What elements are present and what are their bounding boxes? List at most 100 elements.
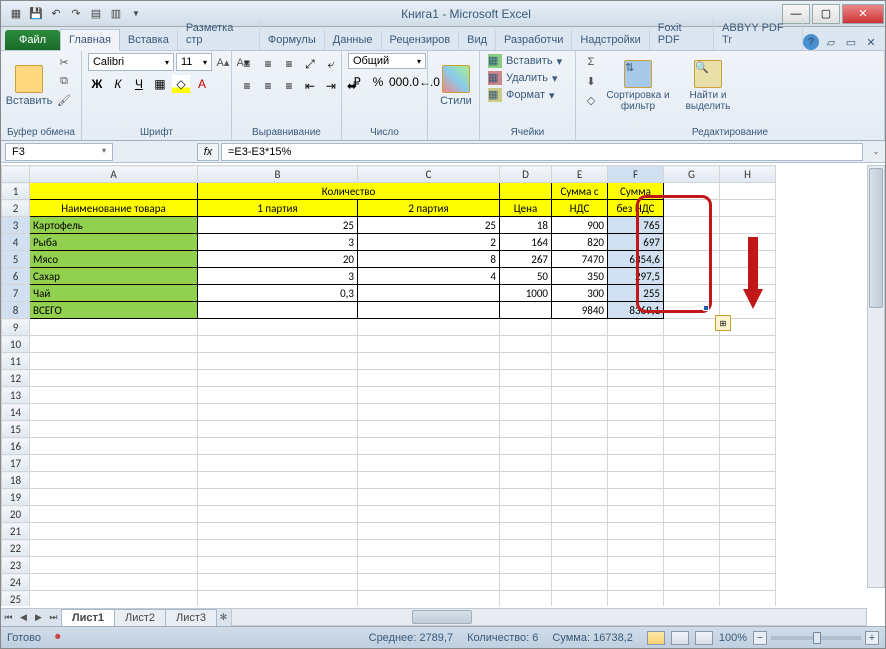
cell-B12[interactable] [198,370,358,387]
minimize-ribbon-icon[interactable]: ▱ [823,34,839,50]
row-header-8[interactable]: 8 [2,302,30,319]
col-header-G[interactable]: G [664,166,720,183]
italic-button[interactable]: К [109,75,127,93]
cell-D5[interactable]: 267 [500,251,552,268]
cell-B7[interactable]: 0,3 [198,285,358,302]
file-tab[interactable]: Файл [5,30,60,50]
page-break-view-button[interactable] [695,631,713,645]
cell-B5[interactable]: 20 [198,251,358,268]
row-header-11[interactable]: 11 [2,353,30,370]
cell-E18[interactable] [552,472,608,489]
cell-C14[interactable] [358,404,500,421]
percent-icon[interactable]: % [369,73,387,91]
cell-C8[interactable] [358,302,500,319]
cell-A16[interactable] [30,438,198,455]
cell-D11[interactable] [500,353,552,370]
cell-B6[interactable]: 3 [198,268,358,285]
cell-F14[interactable] [608,404,664,421]
cell-B8[interactable] [198,302,358,319]
cell-F17[interactable] [608,455,664,472]
cell-B13[interactable] [198,387,358,404]
align-bottom-icon[interactable]: ≡ [280,55,298,73]
cell-D18[interactable] [500,472,552,489]
cell-H19[interactable] [720,489,776,506]
tab-abbyy[interactable]: ABBYY PDF Tr [714,18,803,50]
cell-H22[interactable] [720,540,776,557]
tab-data[interactable]: Данные [325,30,382,50]
cell-H15[interactable] [720,421,776,438]
cell-D25[interactable] [500,591,552,607]
bold-button[interactable]: Ж [88,75,106,93]
select-all-corner[interactable] [2,166,30,183]
cell-D2[interactable]: Цена [500,200,552,217]
align-center-icon[interactable]: ≡ [259,77,277,95]
cell-D10[interactable] [500,336,552,353]
cell-C24[interactable] [358,574,500,591]
inc-decimal-icon[interactable]: .0← [411,73,429,91]
cell-E7[interactable]: 300 [552,285,608,302]
cell-B15[interactable] [198,421,358,438]
cell-B3[interactable]: 25 [198,217,358,234]
cell-D7[interactable]: 1000 [500,285,552,302]
cell-B2[interactable]: 1 партия [198,200,358,217]
qat-dropdown-icon[interactable]: ▼ [127,5,145,23]
cut-icon[interactable]: ✂ [55,53,73,71]
sheet-nav-prev-icon[interactable]: ◀ [16,610,31,626]
underline-button[interactable]: Ч [130,75,148,93]
cell-C15[interactable] [358,421,500,438]
hscroll-thumb[interactable] [412,610,472,624]
cell-B9[interactable] [198,319,358,336]
cell-H11[interactable] [720,353,776,370]
clear-icon[interactable]: ◇ [582,91,600,109]
cell-C23[interactable] [358,557,500,574]
cell-D23[interactable] [500,557,552,574]
cell-G17[interactable] [664,455,720,472]
cell-E21[interactable] [552,523,608,540]
cell-H10[interactable] [720,336,776,353]
row-header-16[interactable]: 16 [2,438,30,455]
cell-F9[interactable] [608,319,664,336]
cell-A10[interactable] [30,336,198,353]
cell-A18[interactable] [30,472,198,489]
excel-icon[interactable]: ▦ [7,5,25,23]
comma-icon[interactable]: 000 [390,73,408,91]
cell-C17[interactable] [358,455,500,472]
cell-G1[interactable] [664,183,720,200]
cell-F2[interactable]: без НДС [608,200,664,217]
grow-font-icon[interactable]: A▴ [214,53,232,71]
help-icon[interactable]: ? [803,34,819,50]
cell-A15[interactable] [30,421,198,438]
cell-F6[interactable]: 297,5 [608,268,664,285]
cell-G10[interactable] [664,336,720,353]
autosum-icon[interactable]: Σ [582,53,600,71]
cell-B4[interactable]: 3 [198,234,358,251]
cell-A21[interactable] [30,523,198,540]
cell-A13[interactable] [30,387,198,404]
cell-B16[interactable] [198,438,358,455]
cell-D4[interactable]: 164 [500,234,552,251]
row-header-9[interactable]: 9 [2,319,30,336]
cell-A2[interactable]: Наименование товара [30,200,198,217]
cell-C9[interactable] [358,319,500,336]
vertical-scrollbar[interactable] [867,165,885,588]
cell-F5[interactable]: 6354,6 [608,251,664,268]
cell-C21[interactable] [358,523,500,540]
name-box[interactable]: F3▾ [5,143,113,161]
cell-B17[interactable] [198,455,358,472]
cell-B10[interactable] [198,336,358,353]
cell-G15[interactable] [664,421,720,438]
align-middle-icon[interactable]: ≡ [259,55,277,73]
maximize-button[interactable]: ▢ [812,4,840,24]
cell-A22[interactable] [30,540,198,557]
cell-A4[interactable]: Рыба [30,234,198,251]
cell-G16[interactable] [664,438,720,455]
col-header-H[interactable]: H [720,166,776,183]
sheet-tab-2[interactable]: Лист2 [114,609,166,626]
page-layout-view-button[interactable] [671,631,689,645]
cell-E3[interactable]: 900 [552,217,608,234]
cell-H14[interactable] [720,404,776,421]
fill-icon[interactable]: ⬇ [582,72,600,90]
cell-G21[interactable] [664,523,720,540]
row-header-18[interactable]: 18 [2,472,30,489]
cell-H3[interactable] [720,217,776,234]
